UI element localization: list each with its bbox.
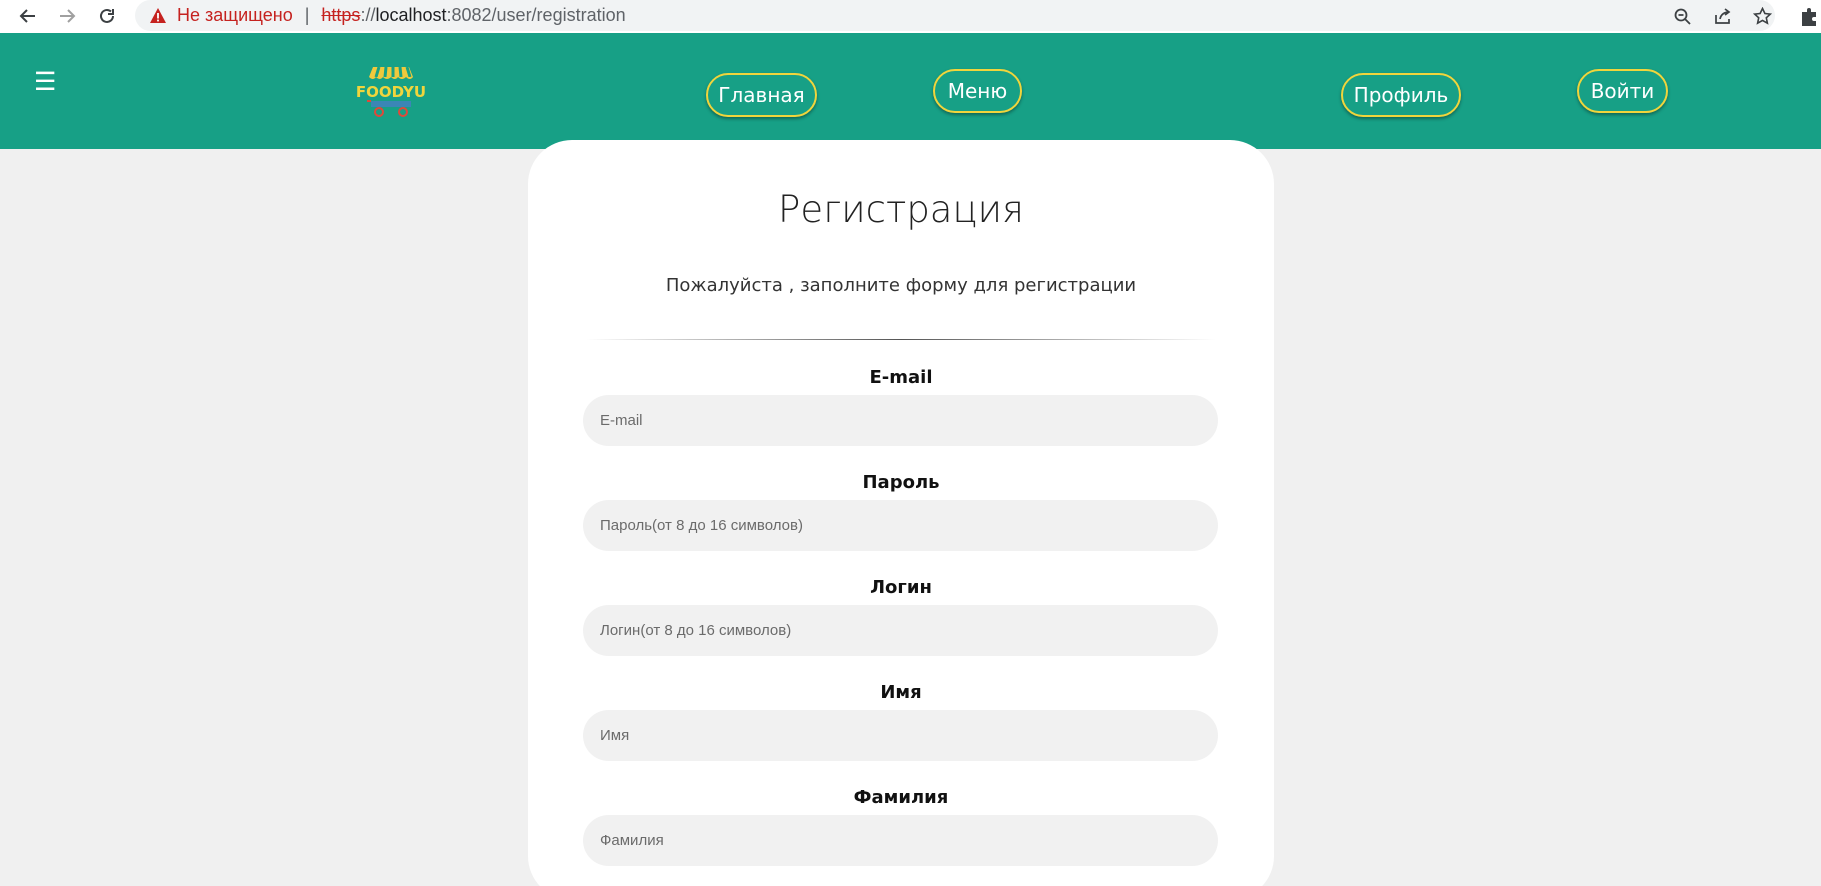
svg-text:FOODYU: FOODYU	[356, 83, 426, 101]
nav-login-button[interactable]: Войти	[1577, 69, 1668, 113]
nav-profile-button[interactable]: Профиль	[1341, 73, 1461, 117]
warning-icon	[150, 7, 166, 23]
registration-card: Регистрация Пожалуйста , заполните форму…	[528, 140, 1274, 886]
address-bar[interactable]: Не защищено | https ://localhost:8082/us…	[135, 0, 1775, 31]
share-icon	[1714, 7, 1730, 24]
star-icon	[1752, 6, 1772, 25]
security-label: Не защищено	[177, 5, 293, 25]
url-host: localhost	[375, 5, 447, 25]
first-name-field[interactable]	[583, 710, 1218, 761]
foodyu-logo[interactable]: FOODYU	[355, 63, 427, 119]
nav-home-button[interactable]: Главная	[706, 73, 817, 117]
forward-icon	[60, 9, 76, 23]
bookmark-button[interactable]	[1749, 4, 1775, 28]
login-field[interactable]	[583, 605, 1218, 656]
url-rest: :8082/user/registration	[446, 5, 626, 25]
email-label: E-mail	[869, 367, 933, 388]
reload-icon	[100, 8, 114, 23]
forward-button[interactable]	[52, 2, 82, 30]
back-icon	[19, 9, 35, 23]
site-header: ☰ FOODYU Главная Меню Профиль Войти	[0, 33, 1821, 149]
page-subtitle: Пожалуйста , заполните форму для регистр…	[665, 275, 1137, 296]
login-label: Логин	[870, 577, 932, 598]
zoom-button[interactable]	[1669, 4, 1695, 28]
browser-toolbar: Не защищено | https ://localhost:8082/us…	[0, 0, 1821, 33]
extensions-icon[interactable]	[1800, 6, 1821, 26]
last-name-field[interactable]	[583, 815, 1218, 866]
back-button[interactable]	[13, 2, 43, 30]
page-title: Регистрация	[778, 188, 1024, 231]
address-separator: |	[304, 5, 310, 25]
nav-menu-button[interactable]: Меню	[933, 69, 1022, 113]
url-scheme-separator: ://	[360, 5, 376, 25]
zoom-out-icon	[1674, 8, 1691, 25]
password-label: Пароль	[862, 472, 940, 493]
url-path: ://localhost:8082/user/registration	[360, 5, 625, 26]
password-field[interactable]	[583, 500, 1218, 551]
divider	[586, 339, 1216, 340]
url-scheme: https	[321, 5, 361, 25]
hamburger-menu-icon[interactable]: ☰	[34, 69, 56, 94]
reload-button[interactable]	[92, 2, 122, 30]
first-name-label: Имя	[880, 682, 922, 703]
email-field[interactable]	[583, 395, 1218, 446]
share-button[interactable]	[1709, 4, 1735, 28]
last-name-label: Фамилия	[853, 787, 949, 808]
